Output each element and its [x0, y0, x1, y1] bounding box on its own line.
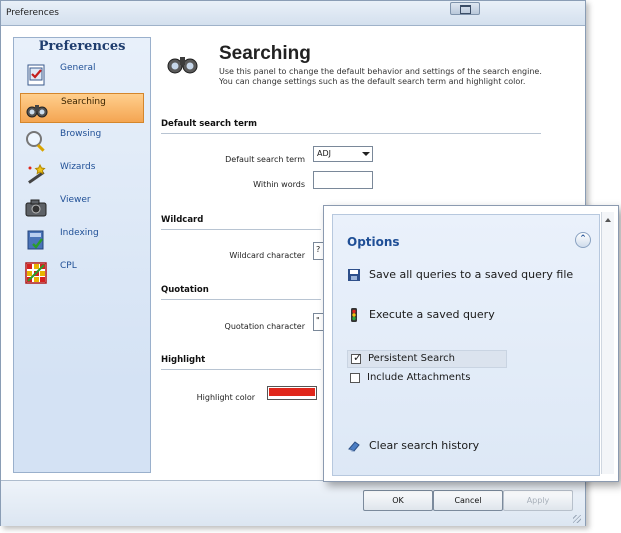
nav-item-label: Browsing — [60, 129, 102, 139]
options-scrollbar[interactable] — [601, 212, 614, 474]
chevron-down-icon — [362, 152, 370, 156]
nav-item-cpl[interactable]: CPL — [20, 258, 144, 288]
default-term-dropdown[interactable]: ADJ — [313, 146, 373, 162]
section-heading-default-term: Default search term — [161, 119, 257, 129]
nav-item-browsing[interactable]: Browsing — [20, 126, 144, 156]
section-divider — [161, 369, 321, 370]
preferences-nav: Preferences General Searching Browsing W… — [13, 37, 151, 473]
resize-grip[interactable] — [573, 515, 581, 523]
default-term-value: ADJ — [317, 149, 331, 158]
nav-item-general[interactable]: General — [20, 60, 144, 90]
collapse-button[interactable]: ⌃ — [575, 232, 591, 248]
save-queries-action[interactable]: Save all queries to a saved query file — [347, 267, 577, 299]
clear-history-action[interactable]: Clear search history — [347, 438, 547, 456]
section-divider — [161, 133, 541, 134]
apply-button[interactable]: Apply — [503, 490, 573, 511]
nav-item-label: Viewer — [60, 195, 91, 205]
section-divider — [161, 229, 321, 230]
section-heading-wildcard: Wildcard — [161, 215, 204, 225]
binoculars-icon — [167, 57, 198, 74]
window-title: Preferences — [6, 8, 59, 18]
nav-item-label: Searching — [61, 97, 106, 107]
checkmark-icon: ✓ — [353, 351, 363, 364]
scroll-up-icon[interactable] — [605, 218, 611, 222]
index-book-icon — [27, 230, 44, 250]
nav-item-label: CPL — [60, 261, 77, 271]
checkbox-box[interactable] — [350, 373, 360, 383]
section-heading-quotation: Quotation — [161, 285, 209, 295]
page-title: Searching — [219, 43, 311, 64]
nav-item-label: Indexing — [60, 228, 99, 238]
nav-item-viewer[interactable]: Viewer — [20, 192, 144, 222]
quotation-char-value: " — [316, 316, 320, 325]
nav-item-indexing[interactable]: Indexing — [20, 225, 144, 255]
eraser-icon — [348, 441, 360, 452]
persistent-search-label: Persistent Search — [368, 353, 456, 364]
include-attachments-checkbox[interactable]: Include Attachments — [347, 370, 507, 388]
include-attachments-label: Include Attachments — [367, 372, 471, 383]
persistent-search-checkbox[interactable]: ✓ Persistent Search — [347, 350, 507, 368]
dialog-footer: OK Cancel Apply — [1, 480, 585, 526]
default-term-label: Default search term — [225, 155, 305, 164]
section-divider — [161, 299, 321, 300]
checklist-icon — [27, 64, 45, 86]
checkbox-box[interactable]: ✓ — [351, 351, 363, 364]
quotation-char-label: Quotation character — [224, 322, 305, 331]
execute-query-action[interactable]: Execute a saved query — [347, 307, 577, 325]
cancel-button[interactable]: Cancel — [433, 490, 503, 511]
wildcard-char-value: ? — [316, 245, 321, 254]
execute-query-label: Execute a saved query — [369, 308, 495, 321]
clear-history-label: Clear search history — [369, 439, 480, 452]
wildcard-char-label: Wildcard character — [229, 251, 305, 260]
restore-button[interactable] — [450, 2, 480, 15]
nav-header: Preferences — [38, 39, 126, 54]
within-words-label: Within words — [253, 180, 305, 189]
ok-button[interactable]: OK — [363, 490, 433, 511]
magnifier-icon — [26, 131, 45, 152]
camera-icon — [25, 199, 47, 217]
section-heading-highlight: Highlight — [161, 355, 206, 365]
options-popup: Options ⌃ Save all queries to a saved qu… — [323, 205, 619, 482]
page-description: Use this panel to change the default beh… — [219, 67, 542, 86]
nav-item-wizards[interactable]: Wizards — [20, 159, 144, 189]
save-queries-label: Save all queries to a saved query file — [369, 268, 574, 281]
title-bar: Preferences — [1, 1, 585, 26]
binoculars-icon — [26, 105, 48, 118]
wand-icon — [28, 163, 46, 184]
traffic-light-icon — [351, 308, 357, 322]
highlight-color-picker[interactable] — [267, 386, 317, 400]
restore-icon — [460, 5, 471, 14]
nav-item-label: General — [60, 63, 96, 73]
nav-item-searching[interactable]: Searching — [20, 93, 144, 123]
nav-item-label: Wizards — [60, 162, 96, 172]
options-panel: Options ⌃ Save all queries to a saved qu… — [332, 214, 600, 476]
within-words-input[interactable] — [313, 171, 373, 189]
highlight-color-swatch — [269, 388, 315, 396]
floppy-disk-icon — [348, 269, 360, 281]
grid-icon — [25, 262, 47, 284]
highlight-color-label: Highlight color — [196, 393, 255, 402]
double-chevron-up-icon: ⌃ — [579, 234, 587, 244]
options-title: Options — [347, 235, 400, 249]
